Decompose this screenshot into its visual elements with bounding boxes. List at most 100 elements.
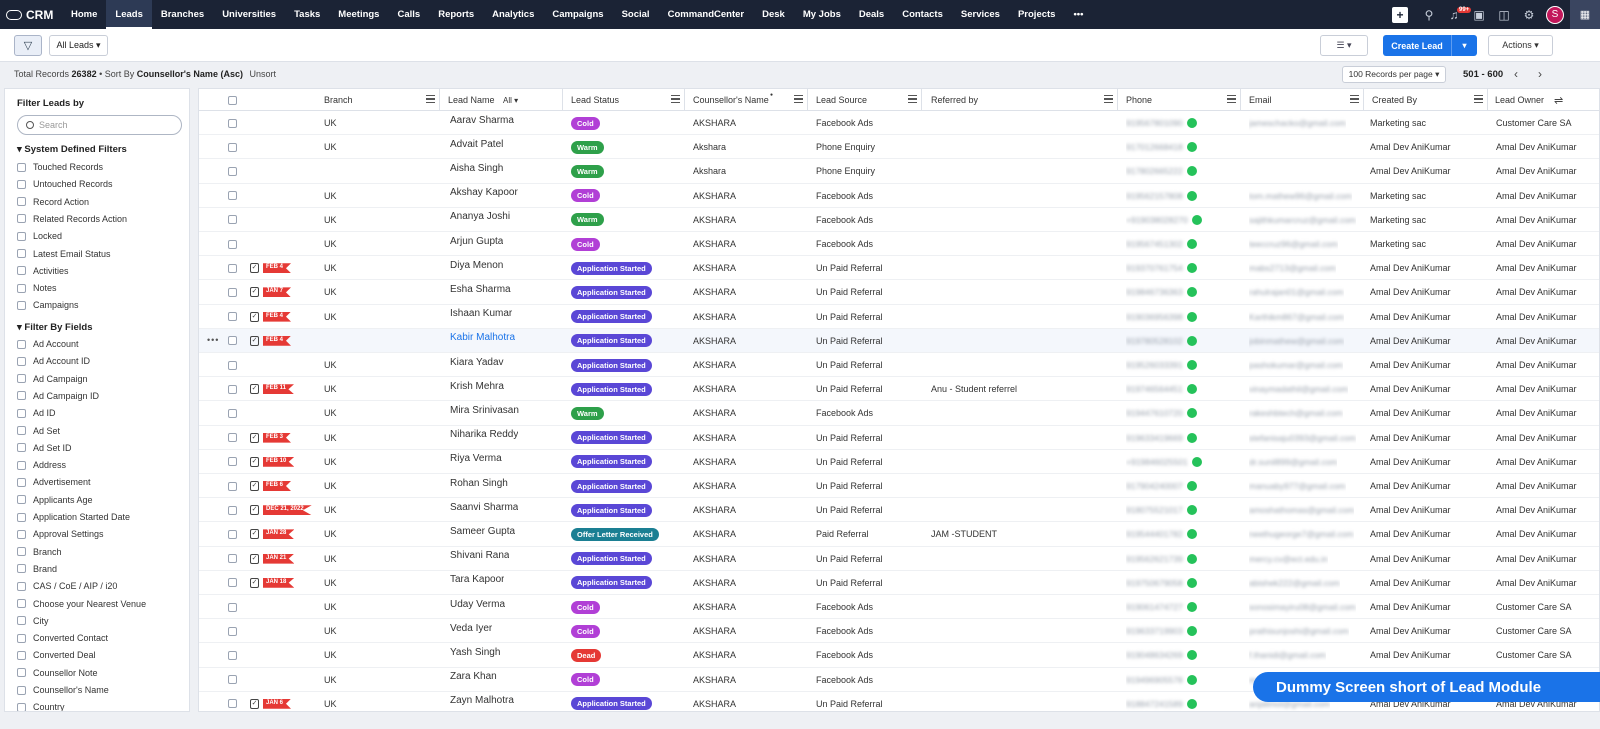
row-checkbox[interactable] (228, 650, 237, 660)
whatsapp-icon[interactable] (1186, 529, 1197, 540)
table-row[interactable]: UK Advait Patel Warm Akshara Phone Enquiry 91… (199, 135, 1599, 160)
nav-item-services[interactable]: Services (952, 0, 1009, 29)
column-settings-icon[interactable]: ⇌ (1554, 89, 1563, 111)
row-checkbox[interactable] (228, 505, 237, 515)
row-checkbox-cell[interactable] (228, 498, 244, 522)
row-checkbox-cell[interactable] (228, 474, 244, 498)
table-row[interactable]: UK Yash Singh Dead AKSHARA Facebook Ads 91904… (199, 643, 1599, 668)
email-value[interactable]: vinaymadathil@gmail.com (1249, 384, 1348, 394)
email-cell[interactable]: Karthikm867@gmail.com (1249, 305, 1344, 329)
email-cell[interactable]: neethugeorge7@gmail.com (1249, 522, 1354, 546)
table-row[interactable]: ✓ DEC 21, 2022 UK Saanvi Sharma Application … (199, 498, 1599, 523)
lead-name-cell[interactable]: Kiara Yadav (450, 350, 504, 374)
phone-value[interactable]: 917802665222 (1126, 166, 1183, 176)
whatsapp-icon[interactable] (1186, 384, 1197, 395)
quick-create-icon[interactable]: + (1392, 6, 1408, 23)
lead-name-cell[interactable]: Akshay Kapoor (450, 181, 518, 205)
field-filters-heading[interactable]: ▾ Filter By Fields (17, 322, 93, 333)
settings-gear-icon[interactable]: ⚙ (1518, 4, 1540, 26)
email-value[interactable]: stefanisaju0393@gmail.com (1249, 433, 1356, 443)
nav-item-meetings[interactable]: Meetings (329, 0, 388, 29)
col-header-counsellor[interactable]: Counsellor's Name (693, 89, 769, 111)
table-row[interactable]: ✓ FEB 6 UK Rohan Singh Application Started AK… (199, 474, 1599, 499)
row-checkbox-cell[interactable] (228, 111, 244, 135)
phone-value[interactable]: 919846736363 (1126, 287, 1183, 297)
row-checkbox[interactable] (228, 481, 237, 491)
phone-value[interactable]: 919061474727 (1126, 602, 1183, 612)
table-row[interactable]: UK Akshay Kapoor Cold AKSHARA Facebook Ads 91… (199, 181, 1599, 208)
nav-item-branches[interactable]: Branches (152, 0, 213, 29)
column-menu-icon[interactable] (1104, 95, 1113, 103)
phone-value[interactable]: 919562621739 (1126, 554, 1183, 564)
phone-value[interactable]: 919567451302 (1126, 239, 1183, 249)
row-checkbox-cell[interactable] (228, 159, 244, 183)
nav-item-projects[interactable]: Projects (1009, 0, 1065, 29)
email-value[interactable]: tom.mathew96@gmail.com (1249, 191, 1352, 201)
whatsapp-icon[interactable] (1186, 311, 1197, 322)
prev-page-icon[interactable]: ‹ (1514, 67, 1518, 81)
phone-value[interactable]: +919846025501 (1126, 457, 1188, 467)
lead-name-cell[interactable]: Ananya Joshi (450, 205, 510, 229)
nav-item-commandcenter[interactable]: CommandCenter (659, 0, 754, 29)
table-row[interactable]: ✓ JAN 21 UK Shivani Rana Application Started… (199, 547, 1599, 571)
lead-name-cell[interactable]: Aisha Singh (450, 156, 503, 180)
row-checkbox[interactable] (228, 384, 237, 394)
phone-cell[interactable]: 919567801090 (1126, 111, 1197, 135)
field-filter-brand[interactable]: Brand (17, 564, 57, 574)
system-filter-touched-records[interactable]: Touched Records (17, 162, 103, 172)
lead-name-cell[interactable]: Mira Srinivasan (450, 398, 519, 422)
row-checkbox-cell[interactable] (228, 668, 244, 692)
phone-cell[interactable]: 919562157808 (1126, 184, 1197, 208)
phone-cell[interactable]: 919846736363 (1126, 280, 1197, 304)
system-filter-related-records-action[interactable]: Related Records Action (17, 214, 127, 224)
lead-name-cell[interactable]: Uday Verma (450, 592, 505, 616)
task-check-icon[interactable]: ✓ (250, 311, 259, 322)
lead-name-link[interactable]: Ananya Joshi (450, 211, 510, 222)
phone-value[interactable]: 919633719903 (1126, 626, 1183, 636)
lead-name-link[interactable]: Arjun Gupta (450, 236, 503, 247)
lead-name-link[interactable]: Rohan Singh (450, 478, 508, 489)
task-check-icon[interactable]: ✓ (250, 287, 259, 298)
email-value[interactable]: amoshathomas@gmail.com (1249, 505, 1354, 515)
task-check-icon[interactable]: ✓ (250, 263, 259, 274)
row-checkbox-cell[interactable] (228, 256, 244, 280)
apps-grid-icon[interactable]: ▦ (1570, 0, 1600, 29)
lead-name-link[interactable]: Sameer Gupta (450, 526, 515, 537)
whatsapp-icon[interactable] (1186, 505, 1197, 516)
filter-checkbox[interactable] (17, 512, 26, 522)
task-check-icon[interactable]: ✓ (250, 529, 259, 540)
lead-name-cell[interactable]: Diya Menon (450, 253, 503, 277)
row-checkbox[interactable] (228, 336, 237, 346)
filter-checkbox[interactable] (17, 702, 26, 711)
phone-value[interactable]: 919746564451 (1126, 384, 1183, 394)
lead-name-cell[interactable]: Zara Khan (450, 665, 497, 689)
table-row[interactable]: ✓ JAN 7 UK Esha Sharma Application Started AK… (199, 280, 1599, 305)
phone-cell[interactable]: 918075521017 (1126, 498, 1197, 522)
column-menu-icon[interactable] (908, 95, 917, 103)
table-row[interactable]: ✓ FEB 4 UK Ishaan Kumar Application Started A… (199, 305, 1599, 329)
nav-item-reports[interactable]: Reports (429, 0, 483, 29)
email-value[interactable]: rahulrajan01@gmail.com (1249, 287, 1344, 297)
column-menu-icon[interactable] (426, 95, 435, 103)
lead-name-link[interactable]: Esha Sharma (450, 284, 511, 295)
email-cell[interactable]: manuaby977@gmail.com (1249, 474, 1346, 498)
system-filter-notes[interactable]: Notes (17, 283, 57, 293)
filter-checkbox[interactable] (17, 650, 26, 660)
phone-value[interactable]: 919562157808 (1126, 191, 1183, 201)
system-filter-record-action[interactable]: Record Action (17, 197, 89, 207)
phone-cell[interactable]: 918847241589 (1126, 692, 1197, 711)
phone-cell[interactable]: 919370761754 (1126, 256, 1197, 280)
column-menu-icon[interactable] (794, 95, 803, 103)
filter-checkbox[interactable] (17, 633, 26, 643)
whatsapp-icon[interactable] (1186, 481, 1197, 491)
row-checkbox[interactable] (228, 166, 237, 176)
filter-checkbox[interactable] (17, 391, 26, 401)
col-header-created-by[interactable]: Created By (1372, 89, 1417, 111)
table-row[interactable]: UK Aarav Sharma Cold AKSHARA Facebook Ads 919… (199, 111, 1599, 136)
filter-checkbox[interactable] (17, 374, 26, 384)
whatsapp-icon[interactable] (1186, 287, 1197, 298)
lead-name-link[interactable]: Riya Verma (450, 453, 502, 464)
lead-name-link[interactable]: Saanvi Sharma (450, 502, 518, 513)
phone-value[interactable]: 919447610720 (1126, 408, 1183, 418)
email-cell[interactable]: rahulrajan01@gmail.com (1249, 280, 1344, 304)
